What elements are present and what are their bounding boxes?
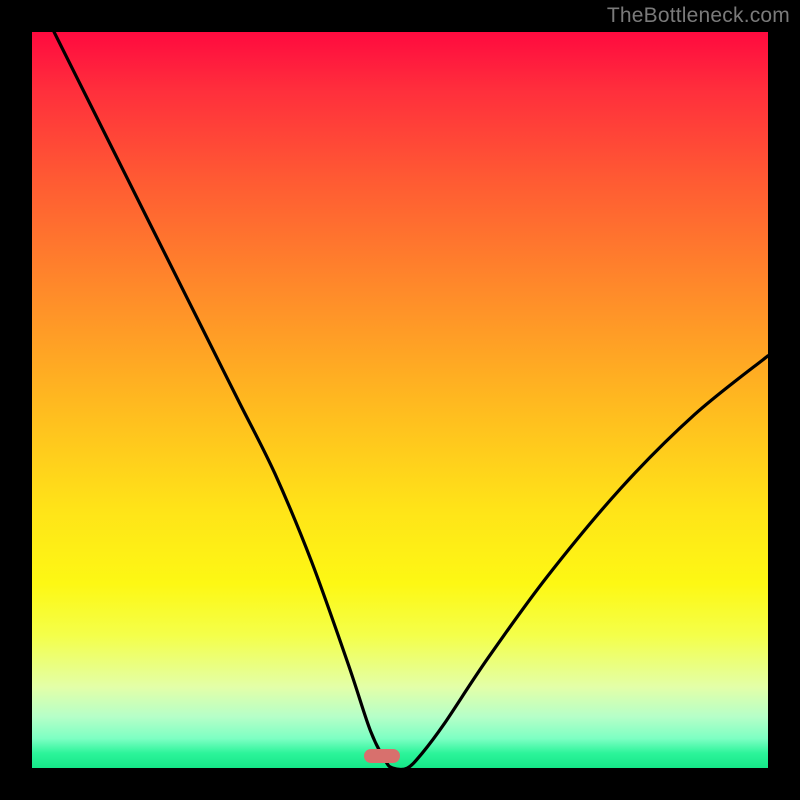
bottleneck-curve — [32, 32, 768, 768]
plot-area — [32, 32, 768, 768]
curve-path — [54, 32, 768, 768]
optimal-marker — [364, 749, 400, 763]
attribution-text: TheBottleneck.com — [607, 4, 790, 28]
chart-stage: TheBottleneck.com — [0, 0, 800, 800]
